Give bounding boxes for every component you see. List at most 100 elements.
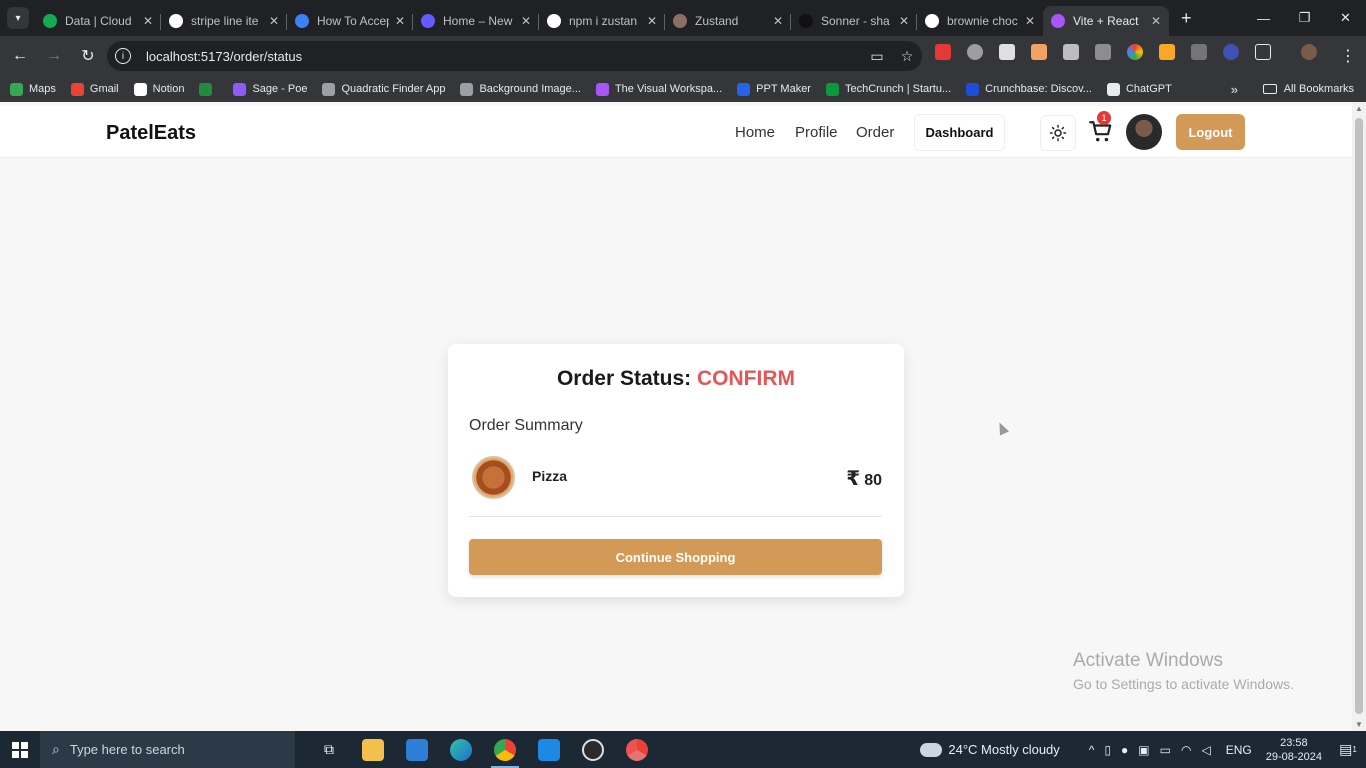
- nav-profile-link[interactable]: Profile: [795, 124, 838, 141]
- bookmark-item[interactable]: Background Image...: [460, 82, 581, 96]
- tab-title: stripe line ite: [191, 14, 259, 28]
- edge-icon[interactable]: [439, 731, 483, 768]
- task-view-icon[interactable]: ⧉: [307, 731, 351, 768]
- extension-icon[interactable]: [999, 44, 1015, 60]
- cookie-extension-icon[interactable]: [1031, 44, 1047, 60]
- chrome-profile-icon[interactable]: [615, 731, 659, 768]
- show-hidden-icons-icon[interactable]: ^: [1089, 743, 1095, 757]
- browser-tab[interactable]: Sonner - sha ✕: [791, 6, 917, 36]
- extension-icon[interactable]: [1191, 44, 1207, 60]
- bookmark-favicon-icon: [595, 82, 609, 96]
- browser-tab[interactable]: Zustand ✕: [665, 6, 791, 36]
- close-tab-icon[interactable]: ✕: [773, 14, 783, 28]
- notification-count: 1: [1352, 745, 1357, 754]
- extension-icon[interactable]: [1223, 44, 1239, 60]
- extensions-puzzle-icon[interactable]: [1255, 44, 1271, 60]
- extension-icon[interactable]: [1063, 44, 1079, 60]
- bookmark-item[interactable]: PPT Maker: [737, 82, 811, 96]
- browser-tab[interactable]: stripe line ite ✕: [161, 6, 287, 36]
- close-window-icon[interactable]: ✕: [1325, 0, 1366, 36]
- minimize-icon[interactable]: —: [1243, 0, 1284, 36]
- bookmark-star-icon[interactable]: ☆: [892, 48, 922, 65]
- chrome-icon[interactable]: [483, 731, 527, 768]
- new-tab-button[interactable]: +: [1181, 8, 1192, 29]
- bookmark-item[interactable]: Gmail: [70, 82, 119, 96]
- camera-icon[interactable]: ▣: [1138, 743, 1149, 757]
- scroll-up-icon[interactable]: ▲: [1355, 104, 1363, 113]
- microphone-icon[interactable]: ●: [1121, 743, 1128, 757]
- bookmark-item[interactable]: ChatGPT: [1106, 82, 1172, 96]
- bookmark-item[interactable]: Crunchbase: Discov...: [966, 82, 1092, 96]
- wifi-icon[interactable]: ◠: [1181, 743, 1191, 757]
- browser-tab[interactable]: Data | Cloud ✕: [35, 6, 161, 36]
- extension-icon[interactable]: [1159, 44, 1175, 60]
- site-info-icon[interactable]: i: [115, 48, 131, 64]
- vscode-icon[interactable]: [527, 731, 571, 768]
- bookmark-item[interactable]: The Visual Workspa...: [595, 82, 722, 96]
- clock[interactable]: 23:58 29-08-2024: [1266, 736, 1322, 764]
- all-bookmarks-button[interactable]: All Bookmarks: [1262, 83, 1354, 95]
- browser-tab[interactable]: Vite + React ✕: [1043, 6, 1169, 36]
- close-tab-icon[interactable]: ✕: [647, 14, 657, 28]
- activate-windows-subtitle: Go to Settings to activate Windows.: [1073, 676, 1294, 692]
- user-avatar[interactable]: [1126, 114, 1162, 150]
- volume-icon[interactable]: ◁: [1201, 743, 1210, 757]
- close-tab-icon[interactable]: ✕: [1025, 14, 1035, 28]
- nav-home-link[interactable]: Home: [735, 124, 775, 141]
- bookmark-item[interactable]: Sage - Poe: [233, 82, 307, 96]
- theme-toggle-button[interactable]: [1040, 115, 1076, 151]
- language-indicator[interactable]: ENG: [1226, 743, 1252, 757]
- reload-icon[interactable]: ↻: [72, 40, 104, 72]
- browser-tab[interactable]: How To Accep ✕: [287, 6, 413, 36]
- bookmark-item[interactable]: Maps: [10, 82, 56, 96]
- file-explorer-icon[interactable]: [351, 731, 395, 768]
- browser-menu-icon[interactable]: ⋮: [1340, 46, 1356, 66]
- browser-tab[interactable]: npm i zustan ✕: [539, 6, 665, 36]
- dashboard-button[interactable]: Dashboard: [914, 114, 1005, 151]
- url-text[interactable]: localhost:5173/order/status: [146, 49, 862, 64]
- back-icon[interactable]: ←: [4, 40, 36, 72]
- brand-logo[interactable]: PatelEats: [106, 122, 196, 145]
- more-bookmarks-icon[interactable]: »: [1231, 82, 1238, 97]
- close-tab-icon[interactable]: ✕: [395, 14, 405, 28]
- logout-button[interactable]: Logout: [1176, 114, 1245, 150]
- tab-search-button[interactable]: ▾: [7, 7, 29, 29]
- page-scrollbar[interactable]: ▲ ▼: [1352, 102, 1366, 731]
- restore-icon[interactable]: ❐: [1284, 0, 1325, 36]
- notification-center-icon[interactable]: ▤ 1: [1336, 731, 1360, 768]
- tab-title: brownie choc: [947, 14, 1018, 28]
- scrollbar-thumb[interactable]: [1355, 118, 1363, 714]
- close-tab-icon[interactable]: ✕: [1151, 14, 1161, 28]
- forward-icon[interactable]: →: [38, 40, 70, 72]
- nav-order-link[interactable]: Order: [856, 124, 894, 141]
- taskbar-search-box[interactable]: ⌕ Type here to search: [40, 731, 295, 768]
- obs-icon[interactable]: [571, 731, 615, 768]
- card-icon[interactable]: ▭: [862, 48, 892, 65]
- address-bar[interactable]: i localhost:5173/order/status ▭ ☆: [107, 41, 922, 71]
- windows-start-button[interactable]: [0, 731, 40, 768]
- close-tab-icon[interactable]: ✕: [899, 14, 909, 28]
- extension-icon[interactable]: [967, 44, 983, 60]
- extension-icon[interactable]: [1095, 44, 1111, 60]
- extension-icon[interactable]: [935, 44, 951, 60]
- close-tab-icon[interactable]: ✕: [521, 14, 531, 28]
- weather-widget[interactable]: 24°C Mostly cloudy: [917, 737, 1060, 757]
- browser-tab[interactable]: Home – New ✕: [413, 6, 539, 36]
- bookmark-item[interactable]: Notion: [133, 82, 184, 96]
- taskbar-search-placeholder: Type here to search: [69, 742, 185, 757]
- browser-tab[interactable]: brownie choc ✕: [917, 6, 1043, 36]
- mail-icon[interactable]: [395, 731, 439, 768]
- close-tab-icon[interactable]: ✕: [143, 14, 153, 28]
- bookmark-item[interactable]: TechCrunch | Startu...: [825, 82, 951, 96]
- profile-avatar-icon[interactable]: [1301, 44, 1317, 60]
- device-icon[interactable]: ▯: [1104, 743, 1111, 757]
- battery-icon[interactable]: ▭: [1160, 743, 1171, 757]
- bookmark-label: Background Image...: [479, 83, 581, 95]
- bookmark-favicon-icon: [1106, 82, 1120, 96]
- bookmark-item[interactable]: [199, 82, 218, 96]
- continue-shopping-button[interactable]: Continue Shopping: [469, 539, 882, 575]
- bookmark-item[interactable]: Quadratic Finder App: [322, 82, 445, 96]
- close-tab-icon[interactable]: ✕: [269, 14, 279, 28]
- scroll-down-icon[interactable]: ▼: [1355, 720, 1363, 729]
- color-picker-extension-icon[interactable]: [1127, 44, 1143, 60]
